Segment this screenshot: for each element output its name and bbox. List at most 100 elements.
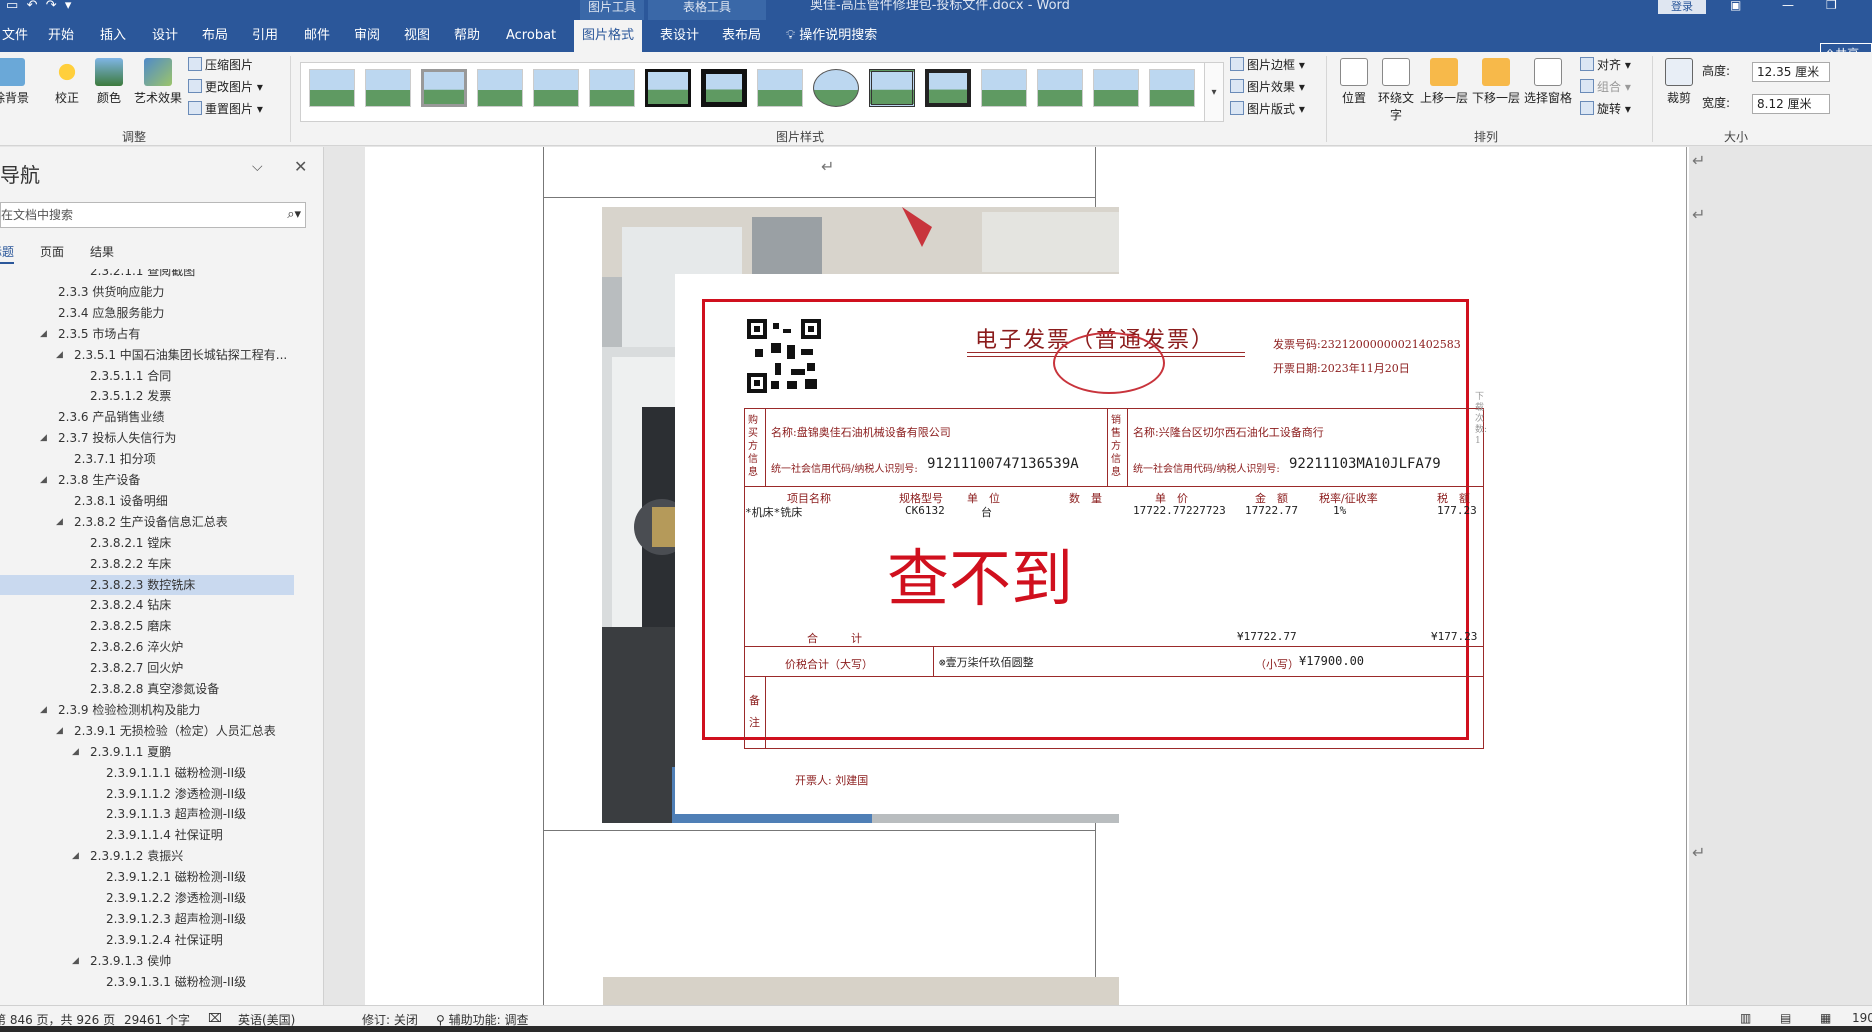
save-icon[interactable]: ▭ (6, 0, 18, 13)
picture-style-thumbnail[interactable] (813, 69, 859, 107)
heading-item[interactable]: 2.3.9.1.1.3 超声检测-II级 (0, 804, 294, 824)
tab-mailings[interactable]: 邮件 (296, 20, 338, 52)
collapse-triangle-icon[interactable]: ◢ (56, 721, 63, 741)
nav-search-input[interactable]: 在文档中搜索 ⌕▾ (0, 202, 306, 228)
collapse-triangle-icon[interactable]: ◢ (40, 700, 47, 720)
web-layout-icon[interactable]: ▦ (1820, 1011, 1831, 1025)
nav-tab-pages[interactable]: 页面 (40, 243, 64, 260)
tab-table-design[interactable]: 表设计 (652, 20, 707, 52)
heading-item[interactable]: 2.3.6 产品销售业绩 (0, 407, 294, 427)
tab-table-layout[interactable]: 表布局 (714, 20, 769, 52)
picture-style-thumbnail[interactable] (1037, 69, 1083, 107)
wrap-text-button[interactable]: 环绕文字 (1374, 58, 1418, 123)
collapse-triangle-icon[interactable]: ◢ (56, 345, 63, 365)
selection-pane-button[interactable]: 选择窗格 (1520, 58, 1576, 106)
send-backward-button[interactable]: 下移一层 (1468, 58, 1524, 106)
restore-icon[interactable]: ❐ (1826, 0, 1837, 11)
picture-style-thumbnail[interactable] (477, 69, 523, 107)
read-mode-icon[interactable]: ▥ (1740, 1011, 1751, 1025)
picture-style-thumbnail[interactable] (589, 69, 635, 107)
heading-item[interactable]: 2.3.8.1 设备明细 (0, 491, 294, 511)
tab-view[interactable]: 视图 (396, 20, 438, 52)
picture-style-thumbnail[interactable] (1093, 69, 1139, 107)
picture-style-thumbnail[interactable] (365, 69, 411, 107)
picture-style-thumbnail[interactable] (757, 69, 803, 107)
align-button[interactable]: 对齐 ▾ (1580, 56, 1631, 74)
artistic-effects-button[interactable]: 艺术效果 (130, 58, 186, 106)
rotate-button[interactable]: 旋转 ▾ (1580, 100, 1631, 118)
zoom-level[interactable]: 190 (1852, 1011, 1872, 1025)
tab-home[interactable]: 开始 (40, 20, 82, 52)
group-button[interactable]: 组合 ▾ (1580, 78, 1631, 96)
heading-item[interactable]: 2.3.9.1.1.2 渗透检测-II级 (0, 784, 294, 804)
picture-style-thumbnail[interactable] (421, 69, 467, 107)
reset-picture-button[interactable]: 重置图片 ▾ (188, 100, 263, 118)
picture-style-thumbnail[interactable] (701, 69, 747, 107)
nav-tab-headings[interactable]: 标题 (0, 243, 15, 264)
heading-item[interactable]: ◢ 2.3.9.1.2 袁振兴 (0, 846, 294, 866)
heading-item[interactable]: 2.3.9.1.2.1 磁粉检测-II级 (0, 867, 294, 887)
heading-item[interactable]: 2.3.8.2.5 磨床 (0, 616, 294, 636)
picture-styles-gallery[interactable] (300, 62, 1212, 122)
picture-style-thumbnail[interactable] (981, 69, 1027, 107)
heading-item[interactable]: 2.3.5.1.2 发票 (0, 386, 294, 406)
heading-item[interactable]: ◢ 2.3.9 检验检测机构及能力 (0, 700, 294, 720)
ribbon-display-icon[interactable]: ▣ (1730, 0, 1741, 11)
heading-item[interactable]: ◢ 2.3.5 市场占有 (0, 324, 294, 344)
height-input[interactable]: 12.35 厘米 (1752, 62, 1830, 82)
search-icon[interactable]: ⌕▾ (287, 203, 301, 227)
color-button[interactable]: 颜色 (84, 58, 134, 106)
picture-effects-button[interactable]: 图片效果 ▾ (1230, 78, 1305, 96)
heading-item[interactable]: 2.3.9.1.2.3 超声检测-II级 (0, 909, 294, 929)
picture-style-thumbnail[interactable] (533, 69, 579, 107)
position-button[interactable]: 位置 (1334, 58, 1374, 106)
tab-file[interactable]: 文件 (0, 20, 36, 52)
collapse-triangle-icon[interactable]: ◢ (56, 512, 63, 532)
heading-item[interactable]: 2.3.8.2.2 车床 (0, 554, 294, 574)
close-icon[interactable]: ✕ (294, 157, 307, 176)
heading-item[interactable]: 2.3.8.2.4 钻床 (0, 595, 294, 615)
collapse-triangle-icon[interactable]: ◢ (40, 428, 47, 448)
compress-pictures-button[interactable]: 压缩图片 (188, 56, 253, 74)
picture-border-button[interactable]: 图片边框 ▾ (1230, 56, 1305, 74)
width-input[interactable]: 8.12 厘米 (1752, 94, 1830, 114)
heading-item[interactable]: 2.3.3 供货响应能力 (0, 282, 294, 302)
heading-item[interactable]: ◢ 2.3.9.1.1 夏鹏 (0, 742, 294, 762)
heading-item[interactable]: 2.3.8.2.6 淬火炉 (0, 637, 294, 657)
undo-icon[interactable]: ↶ (27, 0, 38, 13)
remove-background-button[interactable]: 除背景 (0, 58, 36, 106)
heading-item[interactable]: 2.3.9.1.1.1 磁粉检测-II级 (0, 763, 294, 783)
picture-style-thumbnail[interactable] (1149, 69, 1195, 107)
heading-item[interactable]: 2.3.8.2.1 镗床 (0, 533, 294, 553)
redo-icon[interactable]: ↷ (46, 0, 57, 13)
change-picture-button[interactable]: 更改图片 ▾ (188, 78, 263, 96)
minimize-icon[interactable]: — (1782, 0, 1794, 11)
gallery-more-button[interactable]: ▾ (1204, 62, 1224, 122)
tell-me-search[interactable]: 💡︎ 操作说明搜索 (786, 20, 877, 52)
heading-item[interactable]: ◢ 2.3.9.1 无损检验（检定）人员汇总表 (0, 721, 294, 741)
picture-style-thumbnail[interactable] (645, 69, 691, 107)
collapse-triangle-icon[interactable]: ◢ (40, 470, 47, 490)
heading-item[interactable]: ◢ 2.3.5.1 中国石油集团长城钻探工程有... (0, 345, 294, 365)
heading-item[interactable]: 2.3.5.1.1 合同 (0, 366, 294, 386)
collapse-triangle-icon[interactable]: ◢ (72, 742, 79, 762)
login-button[interactable]: 登录 (1658, 0, 1706, 14)
proofing-icon[interactable]: ⌧ (208, 1011, 222, 1025)
heading-item[interactable]: 2.3.8.2.8 真空渗氮设备 (0, 679, 294, 699)
invoice-image[interactable]: 电子发票（普通发票） 发票号码:23212000000021402583 开票日… (675, 274, 1490, 814)
picture-layout-button[interactable]: 图片版式 ▾ (1230, 100, 1305, 118)
picture-style-thumbnail[interactable] (309, 69, 355, 107)
heading-item[interactable]: 2.3.8.2.3 数控铣床 (0, 574, 294, 595)
nav-tab-results[interactable]: 结果 (90, 243, 114, 260)
tab-picture-format[interactable]: 图片格式 (574, 20, 643, 52)
heading-item[interactable]: 2.3.9.1.3.1 磁粉检测-II级 (0, 972, 294, 992)
heading-item[interactable]: ◢ 2.3.7 投标人失信行为 (0, 428, 294, 448)
tab-references[interactable]: 引用 (244, 20, 286, 52)
customize-qat-icon[interactable]: ▾ (65, 0, 72, 13)
crop-button[interactable]: 裁剪 (1660, 58, 1698, 106)
heading-item[interactable]: 2.3.8.2.7 回火炉 (0, 658, 294, 678)
heading-item[interactable]: 2.3.4 应急服务能力 (0, 303, 294, 323)
heading-item[interactable]: ◢ 2.3.8.2 生产设备信息汇总表 (0, 512, 294, 532)
bring-forward-button[interactable]: 上移一层 (1416, 58, 1472, 106)
picture-style-thumbnail[interactable] (925, 69, 971, 107)
